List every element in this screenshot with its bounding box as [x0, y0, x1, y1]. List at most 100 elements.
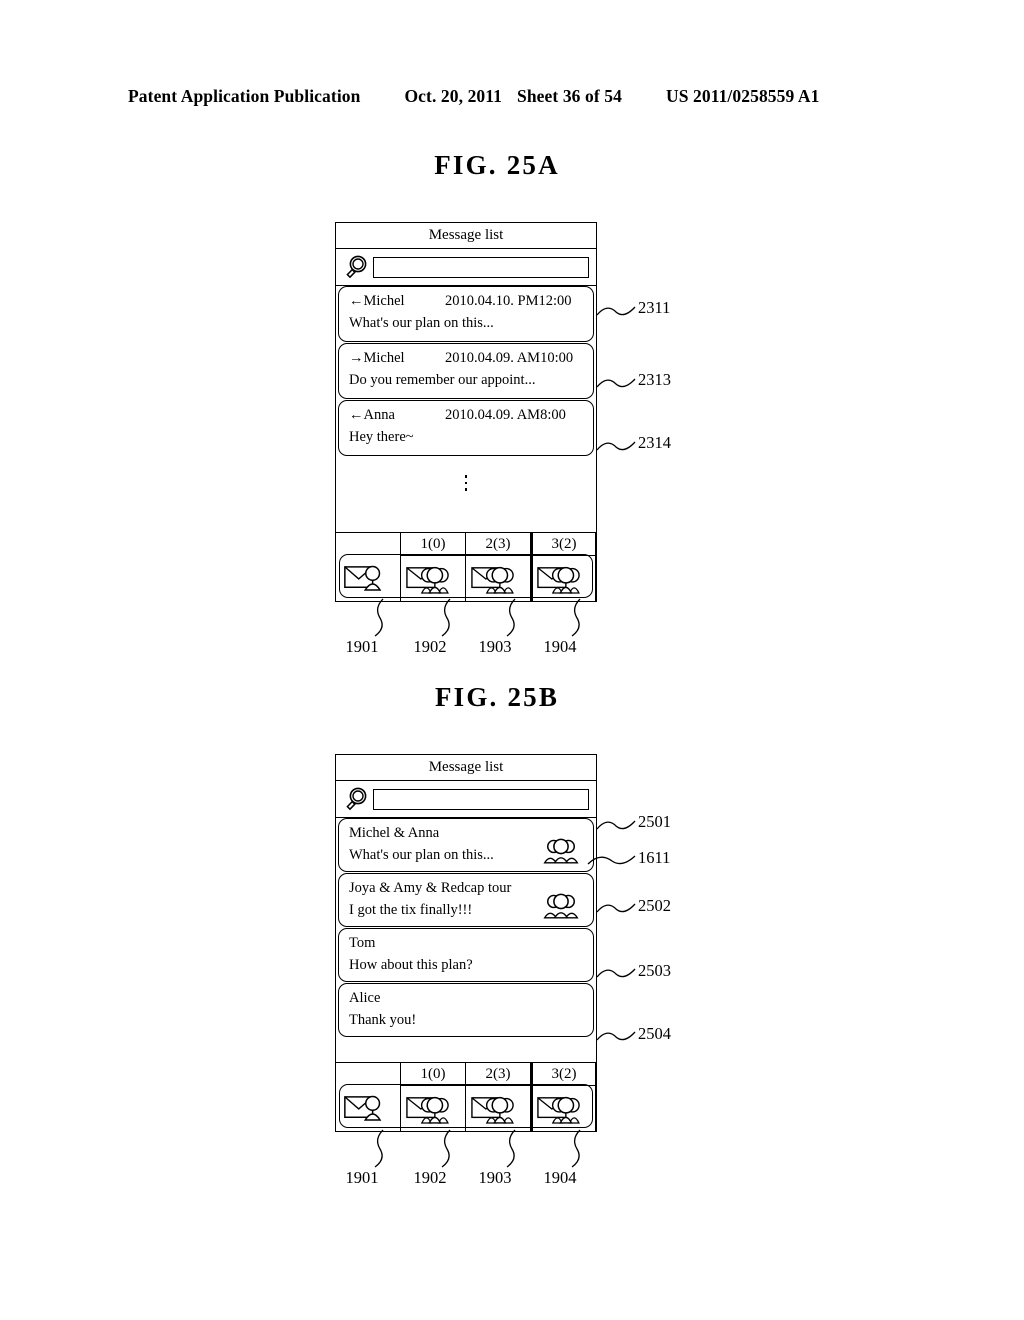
leader-line	[373, 598, 387, 637]
group-members-icon	[541, 892, 581, 920]
publication-header: Patent Application Publication Oct. 20, …	[128, 86, 896, 107]
single-message-icon	[336, 1085, 400, 1131]
group-message-icon	[401, 1086, 465, 1131]
search-bar-25b	[336, 781, 596, 818]
message-preview: Thank you!	[349, 1011, 417, 1028]
search-input-25b[interactable]	[373, 788, 589, 810]
publication-title: Patent Application Publication	[128, 86, 361, 106]
tab-label	[336, 1063, 400, 1085]
leader-line	[596, 305, 637, 319]
figure-25a: FIG. 25A Message list ←Michel 2010.04.10…	[0, 150, 1024, 656]
vertical-ellipsis-icon	[464, 475, 468, 491]
magnifier-icon[interactable]	[343, 786, 369, 812]
ref-label-2504: 2504	[638, 1024, 671, 1043]
screen-title-bar-25b: Message list	[336, 755, 596, 781]
leader-line	[570, 598, 584, 637]
figure-25b: FIG. 25B Message list Michel & Anna What…	[0, 682, 1024, 1187]
ref-label-2313: 2313	[638, 370, 671, 389]
ref-label-2503: 2503	[638, 961, 671, 980]
ref-label-1902: 1902	[413, 637, 447, 656]
tab-group-1-25b[interactable]: 1(0)	[401, 1063, 466, 1131]
ref-label-1611: 1611	[638, 848, 671, 867]
conversation-participants: Alice	[349, 990, 381, 1006]
tab-bar-25b: 1(0) 2(3) 3(2)	[336, 1062, 596, 1131]
group-message-icon	[466, 1086, 530, 1131]
tab-single-message-25b[interactable]	[336, 1063, 401, 1131]
list-item[interactable]: →Michel 2010.04.09. AM10:00 Do you remem…	[338, 343, 594, 399]
patent-number: US 2011/0258559 A1	[665, 86, 820, 106]
device-screen-25b: Message list Michel & Anna What's our pl…	[335, 754, 597, 1132]
tab-label	[336, 533, 400, 555]
tab-label: 2(3)	[466, 533, 530, 556]
ref-label-2311: 2311	[638, 298, 671, 317]
conversation-header-row: Tom	[349, 933, 585, 955]
sheet-number: Sheet 36 of 54	[517, 86, 622, 106]
message-header-row: ←Michel 2010.04.10. PM12:00	[349, 291, 585, 313]
ref-label-1901: 1901	[345, 1168, 379, 1187]
leader-line	[596, 440, 637, 454]
figure-25b-title: FIG. 25B	[434, 682, 560, 712]
direction-arrow-icon: →	[349, 350, 364, 366]
tab-single-message-25a[interactable]	[336, 533, 401, 601]
group-message-icon	[533, 556, 595, 601]
ref-label-1901: 1901	[345, 637, 379, 656]
list-ellipsis	[336, 457, 596, 509]
leader-line	[596, 967, 637, 981]
group-message-icon	[466, 556, 530, 601]
group-message-icon	[401, 556, 465, 601]
figure-25a-title: FIG. 25A	[434, 150, 560, 180]
screen-title-25a: Message list	[428, 227, 504, 243]
direction-arrow-icon: ←	[349, 407, 364, 423]
message-header-row: ←Anna 2010.04.09. AM8:00	[349, 405, 585, 427]
message-timestamp: 2010.04.09. AM8:00	[445, 407, 566, 423]
leader-line	[440, 598, 454, 637]
tab-group-2-25a[interactable]: 2(3)	[466, 533, 531, 601]
sender-name: Anna	[363, 407, 395, 423]
ref-label-2501: 2501	[638, 812, 671, 831]
screen-title-bar-25a: Message list	[336, 223, 596, 249]
message-sender: ←Anna	[349, 405, 445, 427]
tab-label: 1(0)	[401, 533, 465, 556]
message-sender: →Michel	[349, 348, 445, 370]
list-item[interactable]: Michel & Anna What's our plan on this...	[338, 818, 594, 872]
conversation-participants: Joya & Amy & Redcap tour	[349, 880, 512, 896]
conversation-participants: Tom	[349, 935, 376, 951]
message-list-25a[interactable]: ←Michel 2010.04.10. PM12:00 What's our p…	[336, 286, 596, 520]
list-item[interactable]: ←Anna 2010.04.09. AM8:00 Hey there~	[338, 400, 594, 456]
list-item[interactable]: Alice Thank you!	[338, 983, 594, 1037]
message-preview: How about this plan?	[349, 956, 473, 973]
tab-group-2-25b[interactable]: 2(3)	[466, 1063, 531, 1131]
list-item[interactable]: ←Michel 2010.04.10. PM12:00 What's our p…	[338, 286, 594, 342]
leader-line	[373, 1129, 387, 1168]
publication-date: Oct. 20, 2011	[404, 86, 503, 106]
tab-group-3-25a[interactable]: 3(2)	[531, 533, 596, 601]
tab-label: 1(0)	[401, 1063, 465, 1086]
list-item[interactable]: Joya & Amy & Redcap tour I got the tix f…	[338, 873, 594, 927]
ref-label-1903: 1903	[478, 1168, 512, 1187]
conversation-participants: Michel & Anna	[349, 825, 440, 841]
conversation-header-row: Alice	[349, 988, 585, 1010]
message-preview: Hey there~	[349, 428, 414, 445]
leader-line	[596, 819, 637, 833]
magnifier-icon[interactable]	[343, 254, 369, 280]
leader-line	[596, 902, 637, 916]
ref-label-2314: 2314	[638, 433, 671, 452]
tab-group-3-25b[interactable]: 3(2)	[531, 1063, 596, 1131]
message-timestamp: 2010.04.09. AM10:00	[445, 350, 574, 366]
ref-label-2502: 2502	[638, 896, 671, 915]
message-header-row: →Michel 2010.04.09. AM10:00	[349, 348, 585, 370]
ref-label-1903: 1903	[478, 637, 512, 656]
search-input-25a[interactable]	[373, 256, 589, 278]
sender-name: Michel	[363, 293, 405, 309]
message-timestamp: 2010.04.10. PM12:00	[445, 293, 572, 309]
list-item[interactable]: Tom How about this plan?	[338, 928, 594, 982]
tab-label: 3(2)	[533, 1063, 595, 1086]
message-list-25b[interactable]: Michel & Anna What's our plan on this...	[336, 818, 596, 1050]
tab-group-1-25a[interactable]: 1(0)	[401, 533, 466, 601]
ref-label-1904: 1904	[543, 1168, 577, 1187]
search-bar-25a	[336, 249, 596, 286]
direction-arrow-icon: ←	[349, 293, 364, 309]
group-members-icon	[541, 837, 581, 865]
tab-label: 3(2)	[533, 533, 595, 556]
single-message-icon	[336, 555, 400, 601]
